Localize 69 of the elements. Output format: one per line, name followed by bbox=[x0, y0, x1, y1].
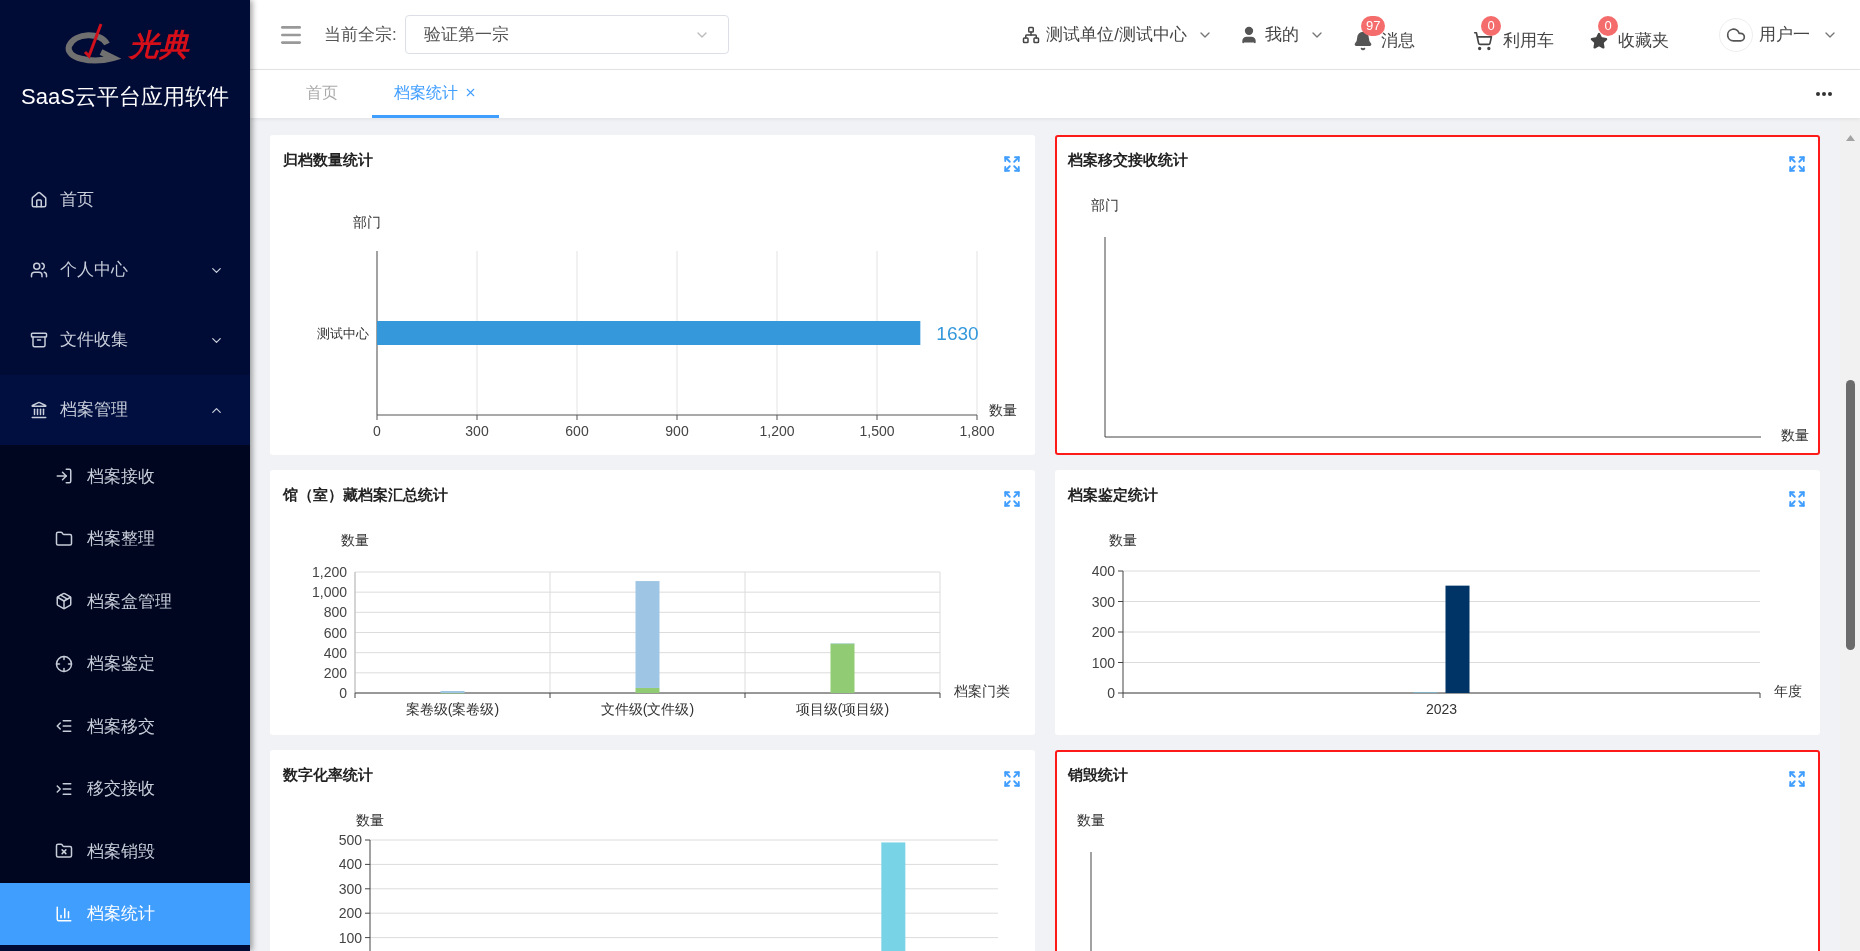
submenu-item[interactable]: 档案盒管理 bbox=[0, 570, 250, 633]
card-title: 档案移交接收统计 bbox=[1068, 150, 1188, 170]
submenu-item[interactable]: 档案销毁 bbox=[0, 820, 250, 883]
axis-title: 数量 bbox=[1077, 812, 1105, 828]
messages-button[interactable]: 消息 97 bbox=[1353, 15, 1417, 54]
axis-tick-label: 600 bbox=[565, 423, 589, 439]
menu-item[interactable]: 首页 bbox=[0, 165, 250, 235]
submenu-item[interactable]: 档案鉴定 bbox=[0, 632, 250, 695]
axis-tick-label: 1,800 bbox=[959, 423, 995, 439]
axis-title: 档案门类 bbox=[954, 683, 1010, 699]
axis-tick-label: 900 bbox=[665, 423, 689, 439]
axis-tick-label: 300 bbox=[465, 423, 489, 439]
category-label: 文件级(文件级) bbox=[600, 701, 695, 717]
axis-title: 年度 bbox=[1774, 683, 1802, 699]
axis-title: 数量 bbox=[1781, 427, 1809, 443]
card-title: 馆（室）藏档案汇总统计 bbox=[283, 485, 448, 505]
axis-tick-label: 600 bbox=[323, 624, 347, 641]
app-title: SaaS云平台应用软件 bbox=[20, 86, 230, 108]
axis-title: 数量 bbox=[1109, 532, 1137, 548]
axis-tick-label: 200 bbox=[338, 905, 362, 922]
axis-tick-label: 300 bbox=[1091, 593, 1115, 610]
axis-title: 部门 bbox=[1091, 197, 1119, 213]
category-label: 2023 bbox=[1425, 701, 1458, 717]
axis-tick-label: 400 bbox=[1091, 563, 1115, 579]
count-badge: 0 bbox=[1598, 15, 1618, 36]
card-title: 销毁统计 bbox=[1068, 765, 1128, 785]
menu-item[interactable]: 个人中心 bbox=[0, 235, 250, 305]
fonds-select[interactable]: 验证第一宗 bbox=[404, 15, 729, 54]
count-badge: 0 bbox=[1481, 15, 1501, 36]
axis-tick-label: 500 bbox=[338, 832, 362, 848]
axis-tick-label: 400 bbox=[338, 856, 362, 873]
logo-text: 光典 bbox=[129, 30, 189, 60]
value-label: 1630 bbox=[936, 323, 979, 344]
card-title: 数字化率统计 bbox=[283, 765, 373, 785]
user-menu[interactable]: 用户一 bbox=[1719, 17, 1838, 52]
axis-tick-label: 100 bbox=[338, 929, 362, 946]
menu-item[interactable]: 档案管理 bbox=[0, 375, 250, 445]
submenu-item[interactable]: 移交接收 bbox=[0, 757, 250, 820]
submenu-item[interactable]: 档案移交 bbox=[0, 695, 250, 758]
cart-button[interactable]: 利用车 0 bbox=[1473, 15, 1556, 54]
axis-title: 数量 bbox=[341, 532, 369, 548]
axis-title: 数量 bbox=[989, 402, 1017, 418]
axis-tick-label: 1,200 bbox=[311, 564, 347, 580]
card-title: 档案鉴定统计 bbox=[1068, 485, 1158, 505]
category-label: 项目级(项目级) bbox=[795, 701, 890, 717]
axis-tick-label: 200 bbox=[1091, 624, 1115, 640]
axis-tick-label: 400 bbox=[323, 644, 347, 661]
axis-tick-label: 100 bbox=[1091, 654, 1115, 671]
axis-tick-label: 1,000 bbox=[311, 584, 347, 601]
favorites-button[interactable]: 收藏夹 0 bbox=[1590, 15, 1671, 54]
axis-tick-label: 0 bbox=[373, 423, 381, 439]
axis-tick-label: 1,200 bbox=[759, 423, 795, 439]
axis-tick-label: 800 bbox=[323, 604, 347, 621]
axis-tick-label: 0 bbox=[1107, 685, 1115, 701]
org-switcher[interactable]: 测试单位/测试中心 bbox=[1022, 21, 1213, 48]
submenu-item[interactable]: 档案接收 bbox=[0, 445, 250, 508]
axis-tick-label: 200 bbox=[323, 664, 347, 681]
category-label: 案卷级(案卷级) bbox=[405, 701, 500, 717]
axis-tick-label: 1,500 bbox=[859, 423, 895, 439]
card-title: 归档数量统计 bbox=[283, 150, 373, 170]
menu-item[interactable]: 文件收集 bbox=[0, 305, 250, 375]
submenu-item[interactable]: 档案整理 bbox=[0, 507, 250, 570]
axis-title: 数量 bbox=[356, 812, 384, 828]
axis-title: 部门 bbox=[353, 214, 381, 230]
axis-tick-label: 0 bbox=[339, 685, 347, 701]
category-label: 测试中心 bbox=[317, 326, 369, 341]
mine-menu[interactable]: 我的 bbox=[1239, 21, 1325, 48]
axis-tick-label: 300 bbox=[338, 880, 362, 897]
fonds-label: 当前全宗: bbox=[324, 23, 397, 46]
